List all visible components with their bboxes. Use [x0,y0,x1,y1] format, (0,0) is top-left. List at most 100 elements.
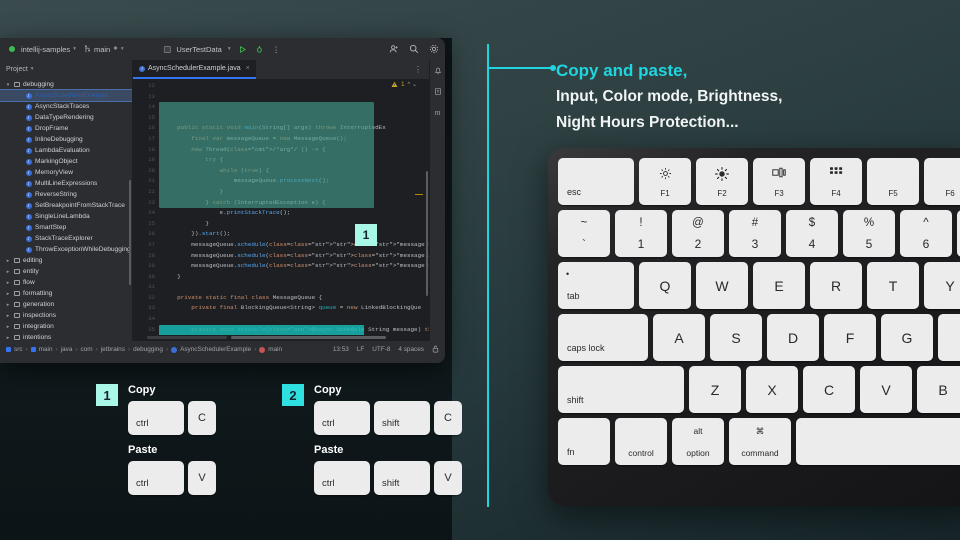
indent-setting[interactable]: 4 spaces [398,346,424,353]
key-key-w[interactable]: W [696,262,748,309]
key-key-z[interactable]: Z [689,366,741,413]
kebab-icon[interactable]: ⋮ [414,65,422,74]
tree-node[interactable]: ▸generation [0,299,132,310]
run-config-name[interactable]: UserTestData [176,45,221,54]
kebab-icon[interactable]: ⋮ [271,44,282,55]
key-control[interactable]: control [615,418,667,465]
tree-node[interactable]: JSmartStep [0,222,132,233]
code-area[interactable]: 1213141516171819202122232425262728293031… [133,79,429,335]
tree-node[interactable]: ▸editing [0,255,132,266]
code-content[interactable]: public static void main(String[] args) t… [159,79,429,335]
tree-node[interactable]: JThrowExceptionWhileDebugging [0,244,132,255]
bell-icon[interactable] [434,66,442,77]
legend-key-c[interactable]: C [188,401,216,435]
tree-node[interactable]: ▸inspections [0,310,132,321]
project-selector[interactable]: intellij-samples ▾ [21,45,76,54]
key-digit-5[interactable]: %5 [843,210,895,257]
tree-node[interactable]: ▸flow [0,277,132,288]
key-shift-left[interactable]: shift [558,366,684,413]
tree-node[interactable]: JDataTypeRendering [0,112,132,123]
tree-node[interactable]: JMarkingObject [0,156,132,167]
key-key-x[interactable]: X [746,366,798,413]
editor-horizontal-scrollbar[interactable] [133,335,429,341]
key-digit-4[interactable]: $4 [786,210,838,257]
key-key-c[interactable]: C [803,366,855,413]
key-caps-lock[interactable]: caps lock [558,314,648,361]
breadcrumb[interactable]: src›main›java›com›jetbrains›debugging›As… [6,346,282,353]
lock-icon[interactable] [432,345,439,355]
breadcrumb-item[interactable]: src [14,346,23,353]
tree-node[interactable]: JInlineDebugging [0,134,132,145]
project-pane-header[interactable]: Project ▾ [0,60,132,78]
key-key-t[interactable]: T [867,262,919,309]
key-command[interactable]: ⌘command [729,418,791,465]
legend-key-ctrl[interactable]: ctrl [314,401,370,435]
tree-node[interactable]: ▸intentions [0,332,132,341]
key-key-f[interactable]: F [824,314,876,361]
legend-key-shift[interactable]: shift [374,461,430,495]
key-f2[interactable]: F2 [696,158,748,205]
tree-node[interactable]: ▸entity [0,266,132,277]
legend-key-ctrl[interactable]: ctrl [128,461,184,495]
project-scrollbar[interactable] [129,180,131,285]
key-key-e[interactable]: E [753,262,805,309]
key-key-s[interactable]: S [710,314,762,361]
editor-vertical-scrollbar[interactable] [426,171,429,296]
tree-node[interactable]: JAsyncStackTraces [0,101,132,112]
close-icon[interactable]: × [246,65,250,72]
inspection-widget[interactable]: 1 ^ ⌄ [391,81,417,88]
key-space[interactable] [796,418,960,465]
breadcrumb-item[interactable]: AsyncSchedulerExample [180,346,251,353]
legend-key-c[interactable]: C [434,401,462,435]
key-digit-6[interactable]: ^6 [900,210,952,257]
key-f1[interactable]: F1 [639,158,691,205]
branch-selector[interactable]: main ✱ ▾ [84,45,124,54]
key-digit-3[interactable]: #3 [729,210,781,257]
legend-key-shift[interactable]: shift [374,401,430,435]
key-option[interactable]: altoption [672,418,724,465]
database-icon[interactable]: m [435,108,441,117]
key-f6[interactable]: F6 [924,158,960,205]
key-key-g[interactable]: G [881,314,933,361]
file-encoding[interactable]: UTF-8 [372,346,390,353]
tree-node[interactable]: JSetBreakpointFromStackTrace [0,200,132,211]
breadcrumb-item[interactable]: java [61,346,73,353]
key-key-a[interactable]: A [653,314,705,361]
tree-node[interactable]: ▾debugging [0,79,132,90]
legend-key-v[interactable]: V [188,461,216,495]
tree-node[interactable]: JMultiLineExpressions [0,178,132,189]
key-key-y[interactable]: Y [924,262,960,309]
tree-node[interactable]: JStackTraceExplorer [0,233,132,244]
tree-node[interactable]: JMemoryView [0,167,132,178]
tree-node[interactable]: JAsyncSchedulerExample [0,90,132,101]
key-key-q[interactable]: Q [639,262,691,309]
tree-node[interactable]: JReverseString [0,189,132,200]
key-key-v[interactable]: V [860,366,912,413]
key-key-b[interactable]: B [917,366,960,413]
legend-key-v[interactable]: V [434,461,462,495]
key-key-h[interactable]: H [938,314,960,361]
debug-icon[interactable] [254,44,265,55]
scrollbar-thumb[interactable] [231,336,386,339]
tree-node[interactable]: ▸integration [0,321,132,332]
legend-key-ctrl[interactable]: ctrl [128,401,184,435]
breadcrumb-item[interactable]: jetbrains [101,346,125,353]
key-fn[interactable]: fn [558,418,610,465]
project-tree[interactable]: ▾debuggingJAsyncSchedulerExampleJAsyncSt… [0,78,132,341]
key-tab[interactable]: •tab [558,262,634,309]
tree-node[interactable]: JLambdaEvaluation [0,145,132,156]
account-icon[interactable] [388,44,399,55]
key-digit-2[interactable]: @2 [672,210,724,257]
breadcrumb-item[interactable]: com [81,346,93,353]
key-f3[interactable]: F3 [753,158,805,205]
play-icon[interactable] [237,44,248,55]
breadcrumb-item[interactable]: main [268,346,282,353]
editor-tab-asyncschedulerexample[interactable]: J AsyncSchedulerExample.java × [133,60,256,79]
caret-position[interactable]: 13:53 [333,346,349,353]
key-key-d[interactable]: D [767,314,819,361]
search-icon[interactable] [408,44,419,55]
key-f5[interactable]: F5 [867,158,919,205]
notes-icon[interactable] [434,87,442,98]
tree-node[interactable]: JSingleLineLambda [0,211,132,222]
legend-key-ctrl[interactable]: ctrl [314,461,370,495]
